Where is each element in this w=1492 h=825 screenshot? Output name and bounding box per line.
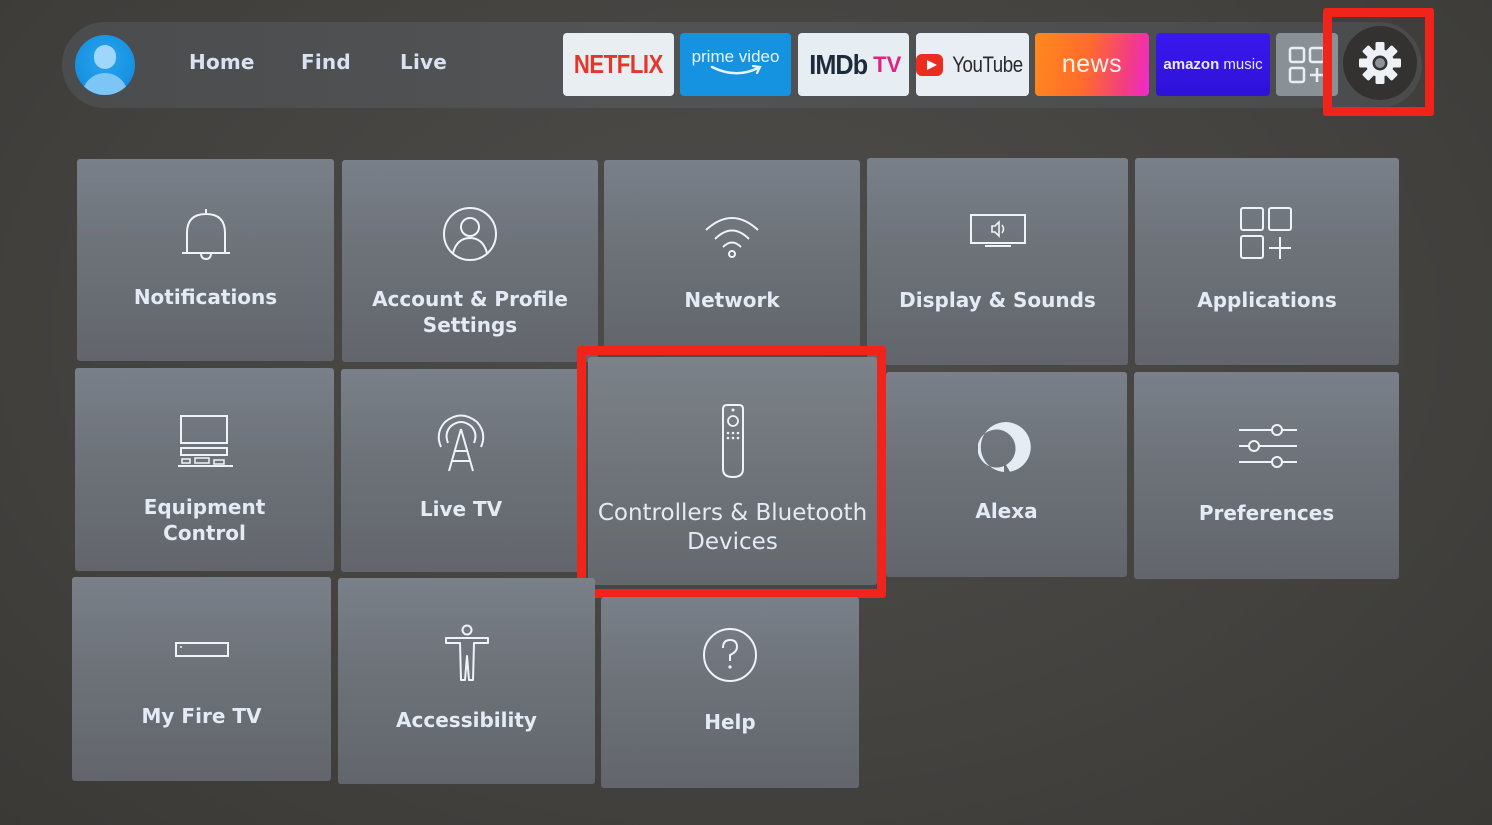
user-avatar-body bbox=[82, 73, 128, 95]
alexa-icon bbox=[977, 422, 1031, 472]
tile-label-line2: Settings bbox=[422, 313, 518, 337]
profile-avatar-button[interactable] bbox=[75, 35, 135, 95]
display-sound-icon bbox=[969, 214, 1026, 247]
apps-grid-plus-icon bbox=[1288, 46, 1326, 83]
tile-label: My Fire TV bbox=[141, 704, 262, 728]
antenna-icon bbox=[437, 414, 485, 472]
wifi-icon bbox=[705, 217, 759, 258]
tile-network[interactable]: Network bbox=[604, 160, 860, 350]
tile-label: Alexa bbox=[975, 499, 1038, 523]
applications-icon bbox=[1240, 207, 1292, 259]
prime-video-logo-text: prime video bbox=[691, 46, 780, 66]
settings-highlight-box bbox=[1323, 8, 1434, 116]
netflix-logo-text: NETFLIX bbox=[573, 49, 664, 79]
user-avatar-icon bbox=[94, 45, 116, 69]
amazon-smile-icon bbox=[710, 64, 762, 74]
news-logo-text: news bbox=[1061, 50, 1123, 78]
tile-label-line2: Control bbox=[163, 521, 246, 545]
app-imdb-tv[interactable]: IMDb TV bbox=[798, 33, 909, 96]
imdb-logo-text: IMDb bbox=[808, 48, 868, 80]
tile-label-line1: Account & Profile bbox=[372, 287, 568, 311]
tile-label: Notifications bbox=[133, 285, 278, 309]
fire-tv-device-icon bbox=[174, 642, 229, 657]
tile-accessibility[interactable]: Accessibility bbox=[338, 578, 595, 784]
tile-display-sounds[interactable]: Display & Sounds bbox=[867, 158, 1128, 365]
sliders-icon bbox=[1238, 424, 1297, 468]
youtube-play-icon bbox=[916, 53, 944, 76]
tile-account-profile-settings[interactable]: Account & Profile Settings bbox=[342, 160, 598, 362]
youtube-logo-text: YouTube bbox=[952, 51, 1023, 77]
nav-find[interactable]: Find bbox=[301, 50, 351, 74]
tile-label: Accessibility bbox=[396, 708, 537, 732]
app-amazon-music[interactable]: amazon music bbox=[1156, 33, 1270, 96]
nav-live[interactable]: Live bbox=[400, 50, 447, 74]
music-logo-text: music bbox=[1223, 56, 1263, 73]
tile-notifications[interactable]: Notifications bbox=[77, 159, 334, 361]
help-icon bbox=[703, 628, 757, 682]
nav-home[interactable]: Home bbox=[189, 50, 255, 74]
tile-live-tv[interactable]: Live TV bbox=[341, 369, 581, 572]
profile-icon bbox=[443, 207, 497, 261]
app-netflix[interactable]: NETFLIX bbox=[563, 33, 674, 96]
tile-label: Live TV bbox=[419, 497, 503, 521]
controllers-highlight-box bbox=[577, 346, 886, 598]
tile-label: Network bbox=[684, 288, 780, 312]
imdb-tv-logo-text: TV bbox=[873, 51, 902, 77]
tile-label: Help bbox=[704, 710, 756, 734]
tile-my-fire-tv[interactable]: My Fire TV bbox=[72, 577, 331, 781]
app-youtube[interactable]: YouTube bbox=[916, 33, 1029, 96]
tile-label-line1: Equipment bbox=[143, 495, 266, 519]
tile-help[interactable]: Help bbox=[601, 597, 859, 788]
bell-icon bbox=[181, 209, 230, 261]
app-prime-video[interactable]: prime video bbox=[680, 33, 791, 96]
tile-preferences[interactable]: Preferences bbox=[1134, 372, 1399, 579]
app-news[interactable]: news bbox=[1035, 33, 1149, 96]
tile-label: Applications bbox=[1197, 288, 1337, 312]
tile-alexa[interactable]: Alexa bbox=[886, 372, 1127, 577]
amazon-logo-text: amazon bbox=[1163, 56, 1220, 73]
tile-applications[interactable]: Applications bbox=[1135, 158, 1399, 365]
tile-equipment-control[interactable]: Equipment Control bbox=[75, 368, 334, 571]
tile-label: Preferences bbox=[1198, 501, 1335, 525]
equipment-icon bbox=[177, 415, 233, 467]
tile-label: Display & Sounds bbox=[899, 288, 1096, 312]
accessibility-icon bbox=[444, 624, 489, 681]
